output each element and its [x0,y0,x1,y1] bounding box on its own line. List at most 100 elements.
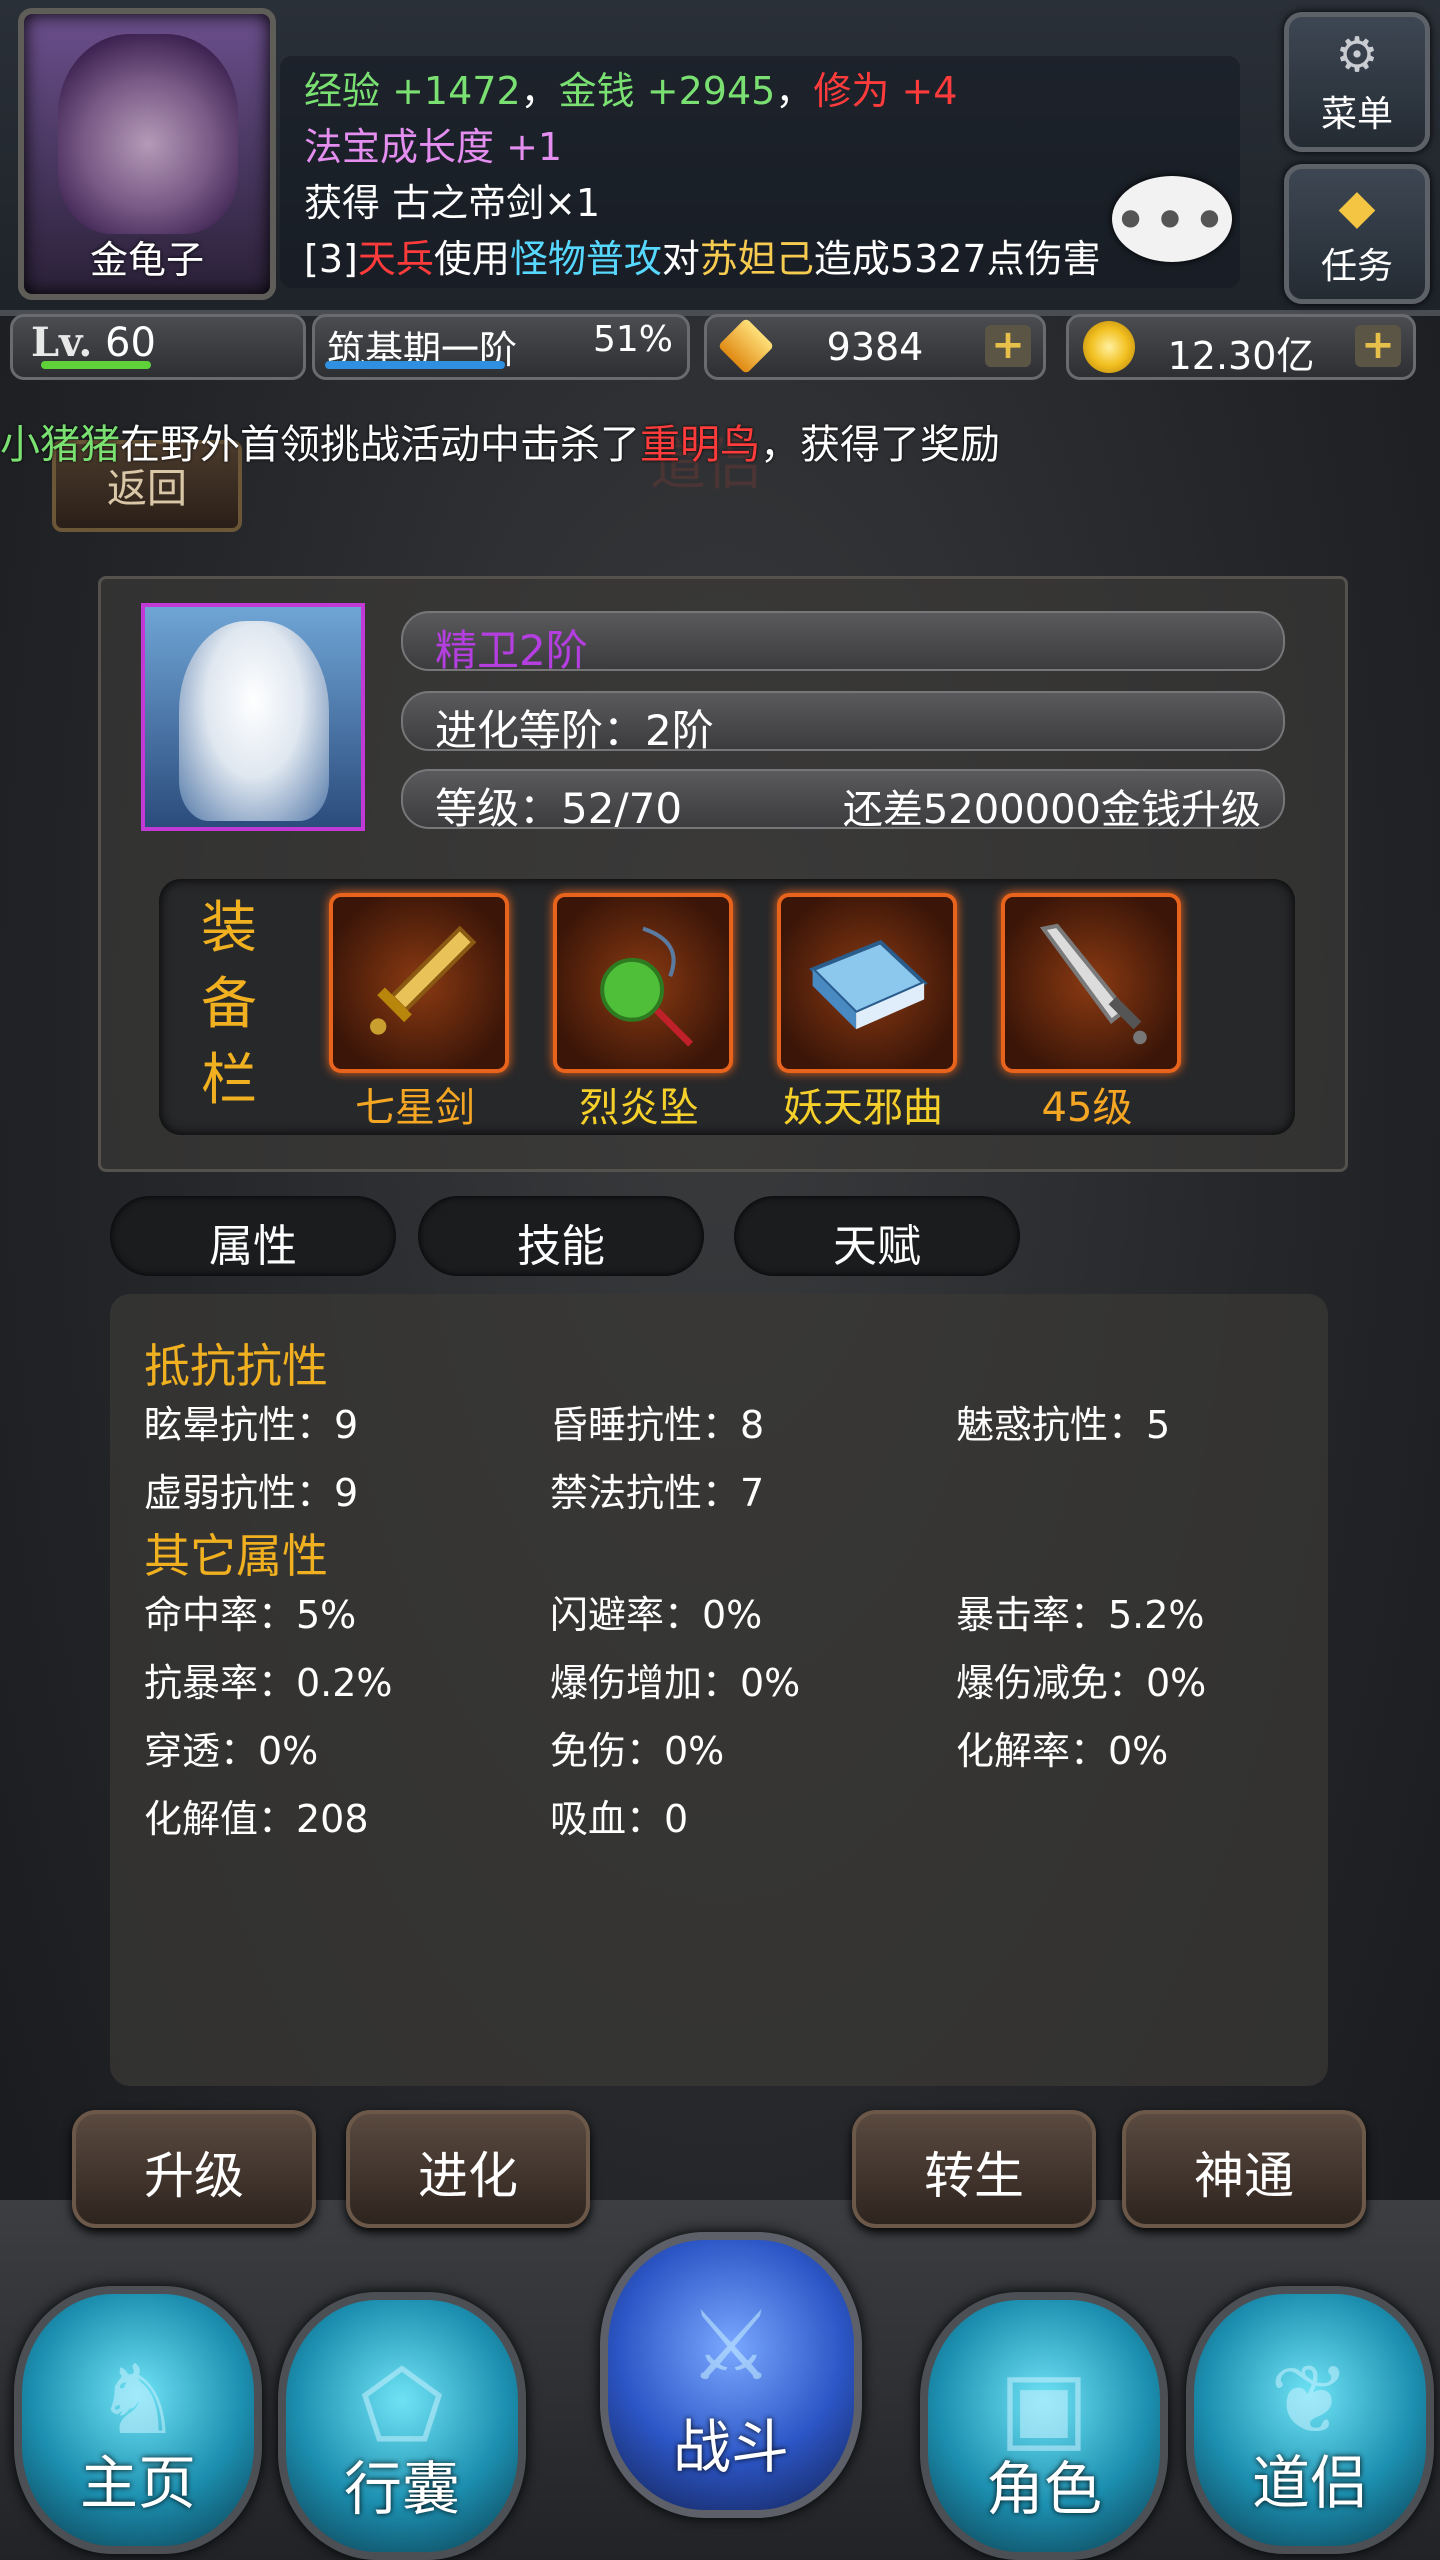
attr-stun-resist: 眩晕抗性：9 [144,1403,359,1447]
add-gold-button[interactable]: + [1355,325,1401,367]
tab-attributes[interactable]: 属性 [110,1196,396,1276]
attributes-panel: 抵抗抗性 眩晕抗性：9 昏睡抗性：8 魅惑抗性：5 虚弱抗性：9 禁法抗性：7 … [110,1294,1328,2086]
equip-slot-3[interactable] [777,893,957,1073]
other-section-title: 其它属性 [144,1529,328,1583]
tab-label: 属性 [209,1221,297,1272]
sword-icon [370,925,477,1035]
log-segment: +4 [889,69,958,113]
attr-sleep-resist: 昏睡抗性：8 [550,1403,765,1447]
equip-name-1: 七星剑 [355,1085,475,1131]
tab-skills[interactable]: 技能 [418,1196,704,1276]
announcement-ticker: 小猪猪在野外首领挑战活动中击杀了重明鸟，获得了奖励 [0,412,1000,470]
task-label: 任务 [1320,246,1393,287]
log-segment: [3] [304,237,358,281]
reincarnate-button[interactable]: 转生 [852,2110,1096,2228]
nav-companion[interactable]: ❦ 道侣 [1186,2286,1434,2554]
nav-battle[interactable]: ⚔ 战斗 [600,2232,862,2518]
companion-card: 精卫2阶 进化等阶：2阶 等级：52/70 还差5200000金钱升级 装备栏 … [98,576,1348,1172]
log-segment: 对 [661,237,700,281]
companion-level-bar: 等级：52/70 还差5200000金钱升级 [401,769,1285,833]
gold-currency: 12.30亿 + [1066,314,1416,380]
log-segment: +1 [494,125,563,169]
companion-figure-image [179,621,329,821]
companion-portrait[interactable] [141,603,365,831]
attr-crit-damage-reduce: 爆伤减免：0% [956,1661,1207,1705]
diamond-icon: ◆ [1338,179,1376,235]
nav-label: 主页 [79,2449,196,2517]
divine-power-label: 神通 [1194,2147,1294,2205]
resist-section-title: 抵抗抗性 [144,1339,328,1393]
log-line-4: [3]天兵使用怪物普攻对苏妲己造成5327点伤害 [304,228,1101,283]
equipment-box: 装备栏 七星剑 烈炎坠 妖天邪曲 45级 [159,879,1295,1135]
companion-name: 精卫2阶 [435,626,588,675]
avatar-face-image [58,34,238,234]
log-segment: 获得 古之帝剑×1 [304,181,601,225]
nav-home[interactable]: ♞ 主页 [14,2286,262,2554]
log-segment: 使用 [433,237,510,281]
equip-name-3: 妖天邪曲 [783,1085,943,1131]
equip-slot-2[interactable] [553,893,733,1073]
attr-dodge-rate: 闪避率：0% [550,1593,763,1637]
menu-button[interactable]: ⚙ 菜单 [1284,12,1430,152]
exp-fill [41,361,151,369]
log-segment: ， [775,69,814,113]
attr-weak-resist: 虚弱抗性：9 [144,1471,359,1515]
nav-label: 角色 [985,2455,1102,2523]
gear-icon: ⚙ [1335,27,1379,83]
player-name: 金龟子 [89,238,204,282]
log-line-2: 法宝成长度 +1 [304,116,562,171]
announcement-segment: ，获得了奖励 [760,422,1000,468]
top-hud: 金龟子 经验 +1472，金钱 +2945，修为 +4 法宝成长度 +1 获得 … [0,0,1440,316]
task-button[interactable]: ◆ 任务 [1284,164,1430,304]
attr-penetration: 穿透：0% [144,1729,319,1773]
menu-label: 菜单 [1320,94,1393,135]
companion-name-bar: 精卫2阶 [401,611,1285,675]
attr-anti-crit: 抗暴率：0.2% [144,1661,393,1705]
evolve-stage-bar: 进化等阶：2阶 [401,691,1285,755]
upgrade-hint: 还差5200000金钱升级 [842,787,1261,833]
announcement-segment: 在野外首领挑战活动中击杀了 [120,422,640,468]
tab-label: 天赋 [833,1221,921,1272]
chat-bubble-icon[interactable]: ••• [1112,176,1232,262]
stage-fill [325,361,505,369]
attr-dissolve-rate: 化解率：0% [956,1729,1169,1773]
reincarnate-label: 转生 [924,2147,1024,2205]
equipment-label: 装备栏 [201,896,257,1113]
evolve-button[interactable]: 进化 [346,2110,590,2228]
evolve-label: 进化 [418,2147,518,2205]
log-segment: 造成5327点伤害 [813,237,1101,281]
stage-bar: 筑基期一阶 51% [312,314,690,380]
book-icon [808,939,928,1030]
add-diamond-button[interactable]: + [985,325,1031,367]
jade-pendant-icon [600,926,694,1047]
tab-label: 技能 [517,1221,605,1272]
log-segment: +2945 [634,69,776,113]
nav-character[interactable]: ▣ 角色 [920,2292,1168,2560]
attr-lifesteal: 吸血：0 [550,1797,689,1841]
equip-slot-1[interactable] [329,893,509,1073]
level-text: Lv. 60 [31,319,156,366]
attr-charm-resist: 魅惑抗性：5 [956,1403,1171,1447]
equip-slot-4[interactable] [1001,893,1181,1073]
level-label: Lv. [31,319,93,366]
attr-dissolve-value: 化解值：208 [144,1797,369,1841]
dagger-icon [1039,923,1147,1045]
log-segment: 经验 [304,69,381,113]
upgrade-button[interactable]: 升级 [72,2110,316,2228]
player-avatar[interactable]: 金龟子 [18,8,276,300]
attr-crit-rate: 暴击率：5.2% [956,1593,1205,1637]
nav-bag[interactable]: ⬠ 行囊 [278,2292,526,2560]
log-line-1: 经验 +1472，金钱 +2945，修为 +4 [304,60,957,115]
crossed-swords-icon: ⚔ [687,2290,775,2402]
divine-power-button[interactable]: 神通 [1122,2110,1366,2228]
log-segment: +1472 [380,69,521,113]
tab-talents[interactable]: 天赋 [734,1196,1020,1276]
attr-crit-damage-up: 爆伤增加：0% [550,1661,801,1705]
attr-silence-resist: 禁法抗性：7 [550,1471,765,1515]
attr-hit-rate: 命中率：5% [144,1593,357,1637]
equip-name-2: 烈炎坠 [579,1085,699,1131]
announcement-segment: 重明鸟 [640,422,760,468]
combat-log: 经验 +1472，金钱 +2945，修为 +4 法宝成长度 +1 获得 古之帝剑… [280,56,1240,288]
level-bar: Lv. 60 [10,314,306,380]
equip-name-4: 45级 [1041,1085,1133,1131]
